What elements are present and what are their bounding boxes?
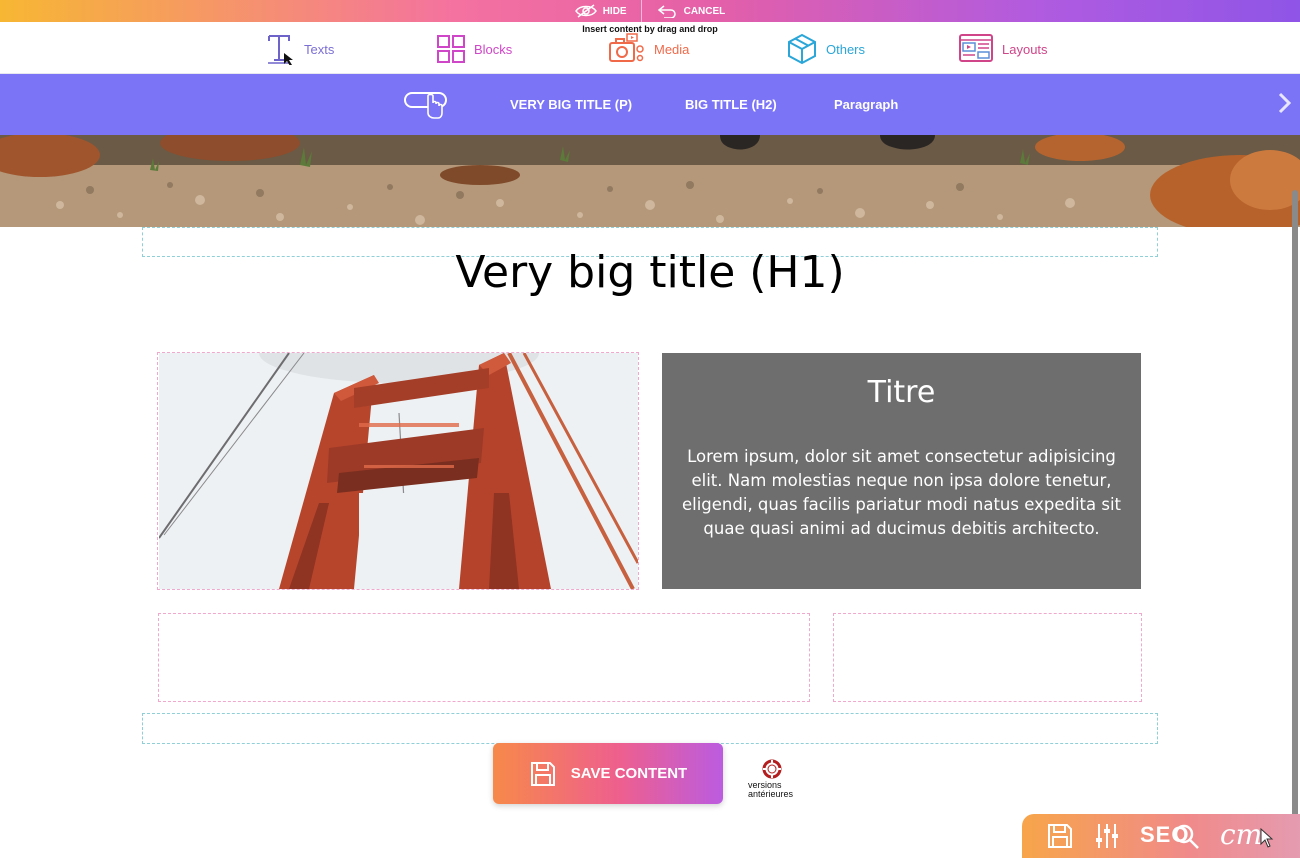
cms-toolbar: SEO cm [1022,814,1300,858]
card-title: Titre [867,375,936,410]
lifebuoy-icon [762,759,782,779]
cancel-button[interactable]: CANCEL [642,0,740,22]
card-text: Lorem ipsum, dolor sit amet consectetur … [681,447,1122,538]
tab-layouts[interactable]: Layouts [958,32,1048,66]
text-elements-bar: VERY BIG TITLE (P) BIG TITLE (H2) Paragr… [0,74,1300,135]
save-label: SAVE CONTENT [570,765,688,782]
previous-versions-link[interactable]: versions antérieures [748,759,808,799]
drop-zone-bottom[interactable] [142,713,1158,744]
bridge-image[interactable] [159,353,638,589]
tab-blocks-label: Blocks [474,41,513,57]
save-content-button[interactable]: SAVE CONTENT [493,743,723,804]
cancel-label: CANCEL [683,5,726,17]
chevron-right-icon [1278,92,1292,114]
drag-hand-button[interactable] [404,74,448,135]
undo-icon [657,5,676,18]
floppy-disk-icon [530,761,555,786]
tab-texts-label: Texts [304,41,335,57]
camera-icon [609,33,644,62]
gravel-ground-image [0,135,1300,227]
element-very-big-title-p[interactable]: VERY BIG TITLE (P) [510,74,632,135]
box-icon [788,33,816,65]
empty-block-right[interactable] [833,613,1142,702]
blocks-icon [437,35,465,63]
text-icon [268,35,293,65]
settings-sliders-icon[interactable] [1094,822,1120,850]
text-card[interactable]: Titre Lorem ipsum, dolor sit amet consec… [662,353,1141,589]
cms-logo[interactable]: cm [1220,818,1262,851]
hide-button[interactable]: HIDE [561,0,641,22]
tab-layouts-label: Layouts [1002,41,1048,57]
golden-gate-tower-image [159,353,638,589]
empty-block-left[interactable] [158,613,810,702]
tab-media-label: Media [654,41,690,57]
drag-hand-icon [404,91,447,119]
hide-label: HIDE [602,5,627,17]
element-big-title-h2[interactable]: BIG TITLE (H2) [685,74,777,135]
tab-media[interactable]: Media [608,32,689,66]
search-icon [1174,824,1199,849]
page-title[interactable]: Very big title (H1) [0,247,1300,298]
tab-others-label: Others [826,41,866,57]
next-arrow[interactable] [1278,92,1292,119]
hero-image [0,135,1300,227]
tab-blocks[interactable]: Blocks [436,32,512,66]
save-icon[interactable] [1046,822,1074,850]
scrollbar[interactable] [1292,190,1298,830]
eye-off-icon [574,4,597,18]
tab-others[interactable]: Others [786,32,865,66]
versions-line2: antérieures [748,789,794,799]
cms-logo-text: cm [1220,818,1263,851]
tab-texts[interactable]: Texts [266,32,334,66]
layouts-icon [959,34,993,62]
insert-tabs: Insert content by drag and drop Texts Bl… [0,22,1300,74]
page: HIDE CANCEL Insert content by drag and d… [0,0,1300,858]
top-action-bar: HIDE CANCEL [0,0,1300,22]
cursor-icon [1260,828,1274,848]
element-paragraph[interactable]: Paragraph [834,74,898,135]
